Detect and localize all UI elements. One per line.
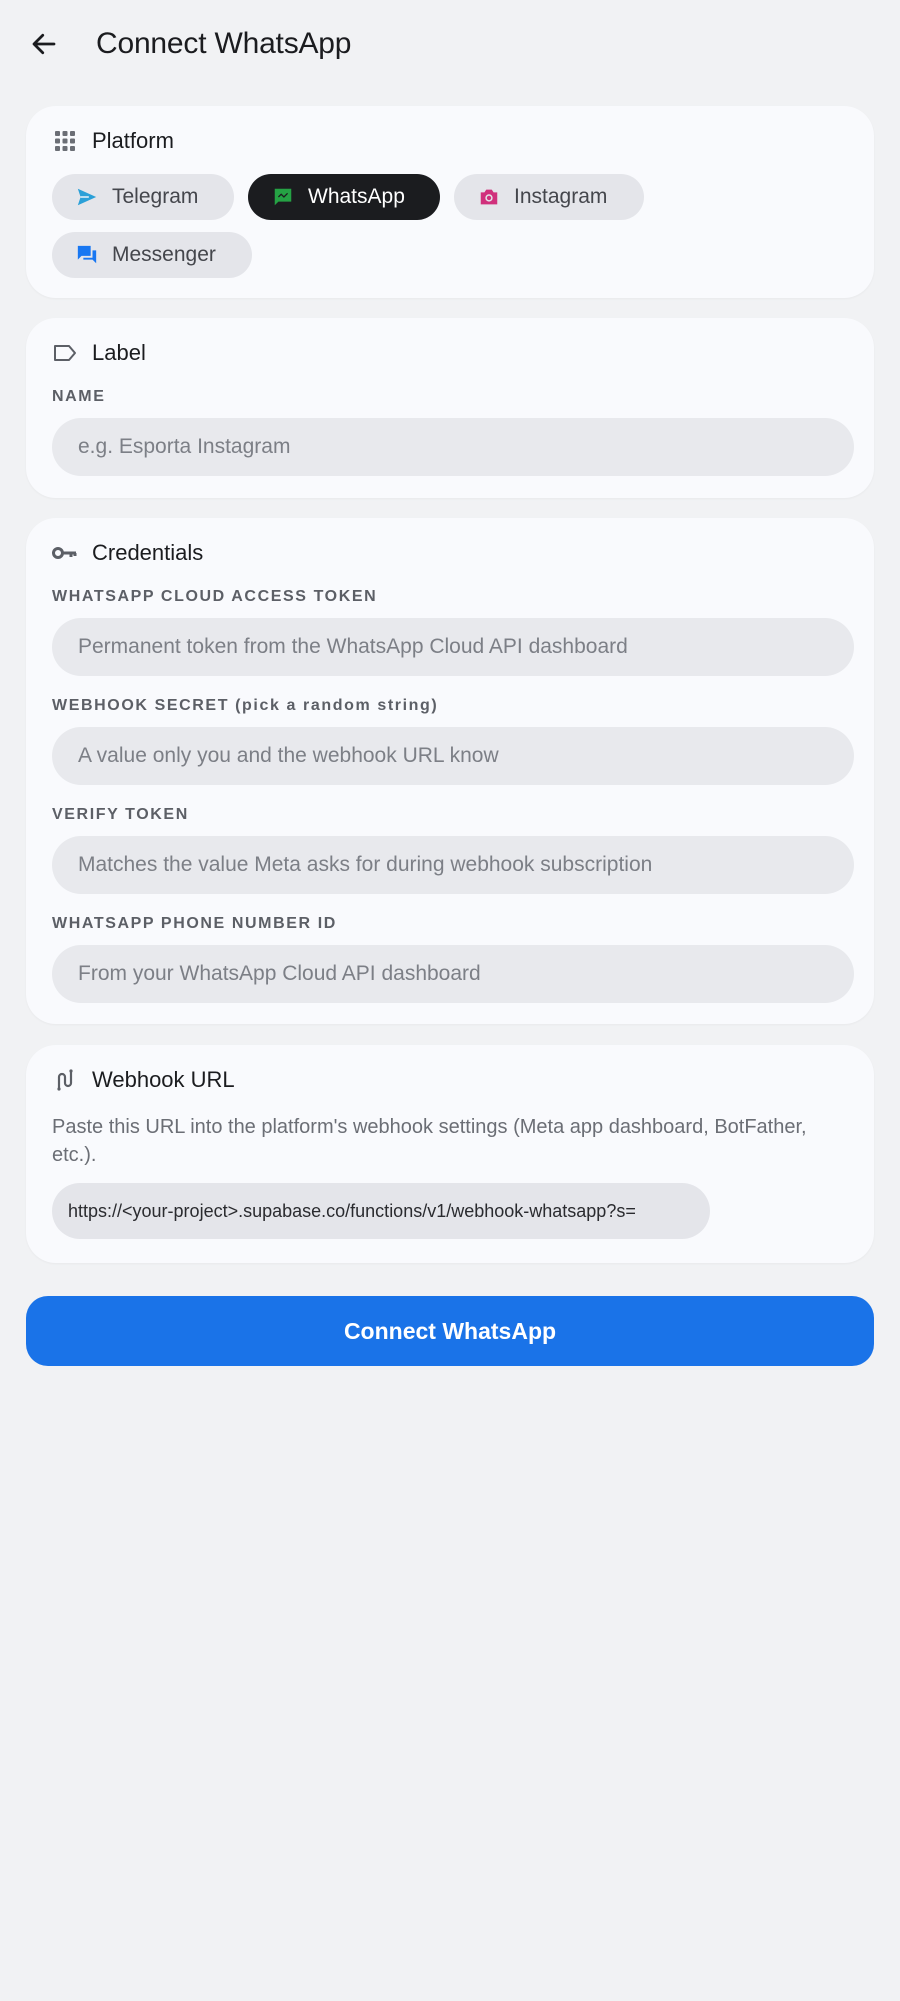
credentials-header: Credentials [52, 540, 203, 566]
verify-token-input[interactable] [52, 836, 854, 894]
webhook-card: Webhook URL Paste this URL into the plat… [26, 1045, 874, 1263]
platform-card: Platform Telegram WhatsApp Instagram Mes… [26, 106, 874, 298]
chip-label: Instagram [514, 185, 608, 208]
webhook-help-text: Paste this URL into the platform's webho… [52, 1116, 807, 1166]
platform-chip-instagram[interactable]: Instagram [454, 174, 644, 220]
access-token-label: WHATSAPP CLOUD ACCESS TOKEN [52, 588, 378, 605]
back-button[interactable] [26, 26, 62, 62]
grid-icon [52, 128, 78, 154]
platform-header: Platform [52, 128, 174, 154]
camera-icon [478, 186, 500, 208]
arrow-left-icon [32, 33, 56, 55]
top-app-bar: Connect WhatsApp [0, 0, 900, 90]
forum-icon [76, 244, 98, 266]
telegram-send-icon [76, 186, 98, 208]
key-icon [52, 540, 78, 566]
webhook-secret-input[interactable] [52, 727, 854, 785]
name-input[interactable] [52, 418, 854, 476]
page-title: Connect WhatsApp [96, 27, 352, 60]
webhook-title: Webhook URL [92, 1067, 235, 1092]
chip-label: WhatsApp [308, 185, 405, 208]
label-header: Label [52, 340, 146, 366]
label-card: Label NAME [26, 318, 874, 498]
phone-number-id-label: WHATSAPP PHONE NUMBER ID [52, 915, 337, 932]
verify-token-label: VERIFY TOKEN [52, 806, 189, 823]
webhook-url-field[interactable]: https://<your-project>.supabase.co/funct… [52, 1183, 710, 1239]
platform-chip-whatsapp[interactable]: WhatsApp [248, 174, 440, 220]
chip-label: Telegram [112, 185, 199, 208]
chat-bubble-icon [272, 186, 294, 208]
chip-label: Messenger [112, 243, 216, 266]
phone-number-id-input[interactable] [52, 945, 854, 1003]
connect-button[interactable]: Connect WhatsApp [26, 1296, 874, 1366]
credentials-title: Credentials [92, 540, 204, 565]
label-tag-icon [52, 340, 78, 366]
credentials-card: Credentials WHATSAPP CLOUD ACCESS TOKEN … [26, 518, 874, 1024]
webhook-header: Webhook URL [52, 1067, 235, 1093]
label-title: Label [92, 340, 146, 365]
webhook-secret-label: WEBHOOK SECRET (pick a random string) [52, 697, 439, 714]
webhook-icon [52, 1067, 78, 1093]
platform-title: Platform [92, 128, 174, 153]
platform-chip-telegram[interactable]: Telegram [52, 174, 234, 220]
platform-chip-messenger[interactable]: Messenger [52, 232, 252, 278]
access-token-input[interactable] [52, 618, 854, 676]
name-field-label: NAME [52, 388, 106, 405]
